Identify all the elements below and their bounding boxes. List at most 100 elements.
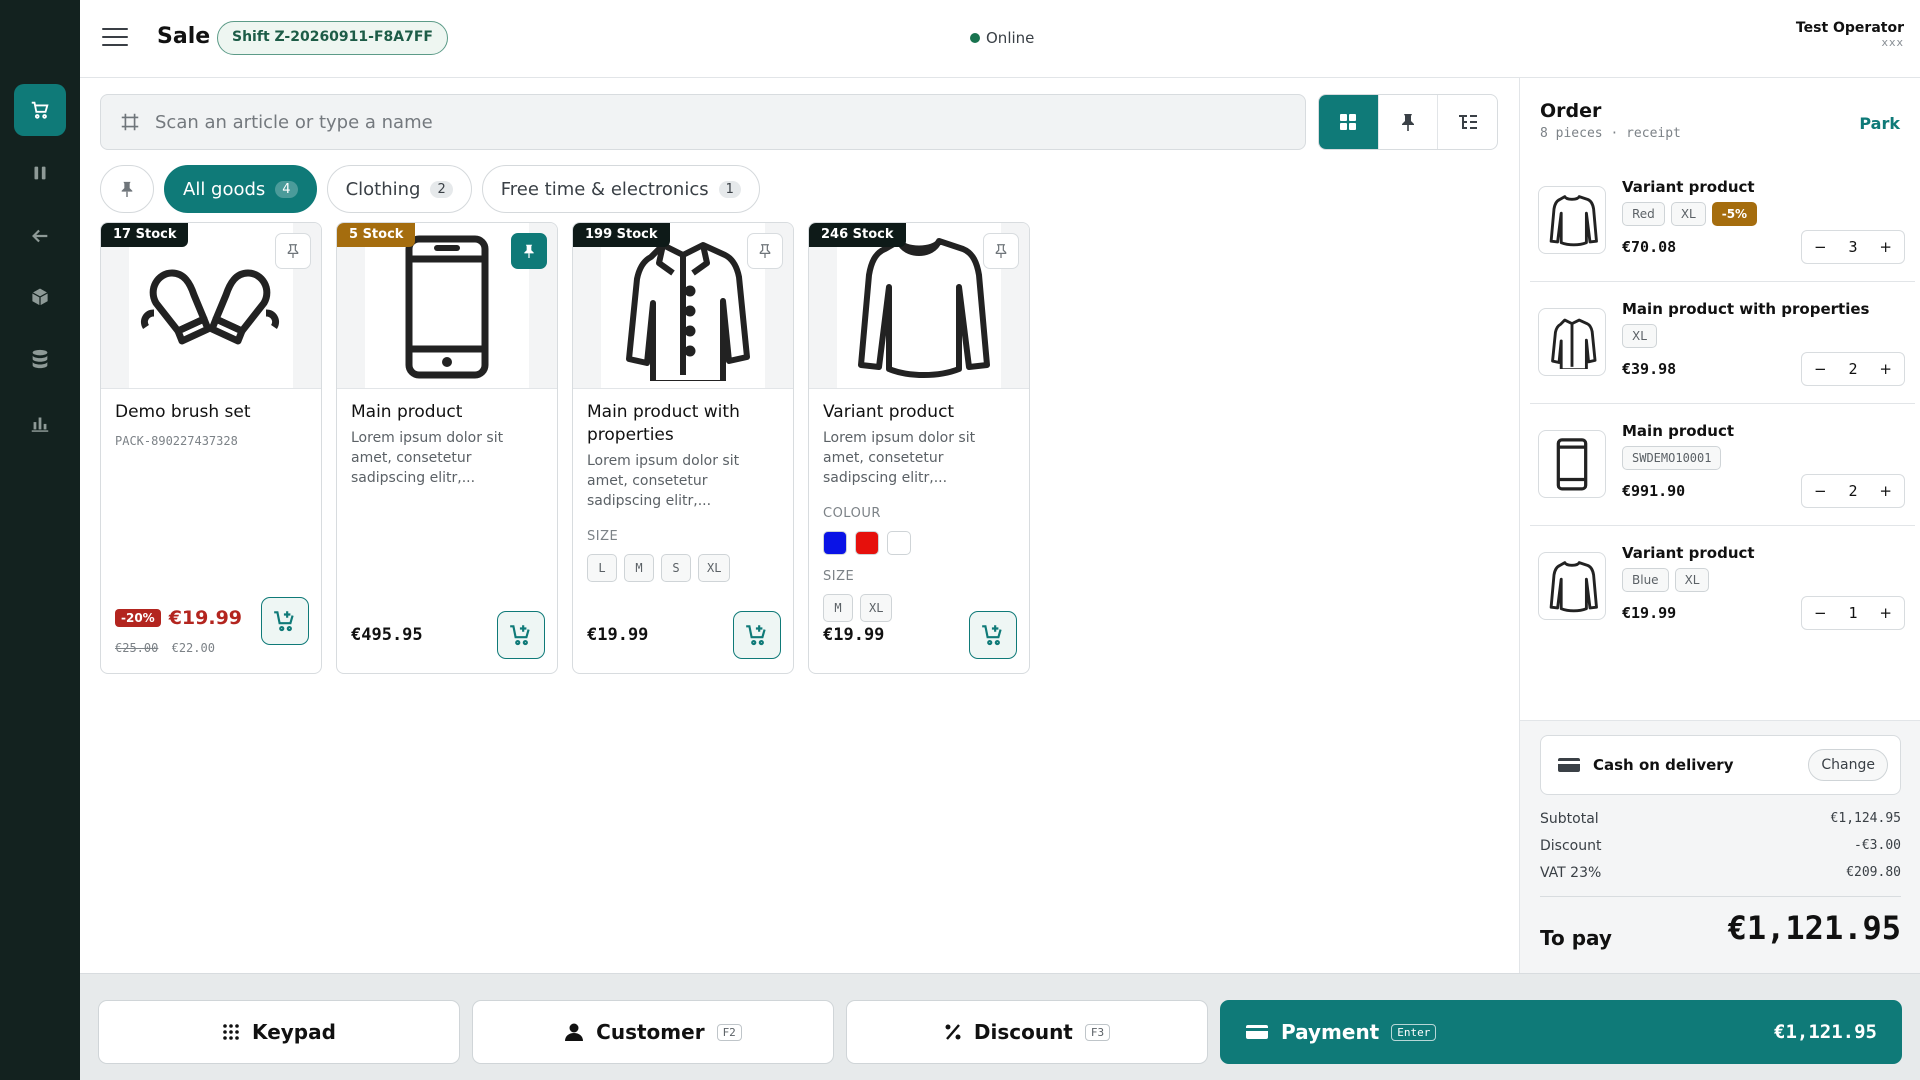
product-name: Variant product (823, 402, 955, 422)
payment-amount: €1,121.95 (1774, 1021, 1877, 1043)
to-pay-value: €1,121.95 (1727, 909, 1901, 947)
product-card[interactable]: 199 Stock Main product with properties L… (572, 222, 794, 674)
decrement-button[interactable]: − (1814, 360, 1827, 378)
sidebar-item-database[interactable] (14, 333, 66, 385)
search-placeholder: Scan an article or type a name (155, 111, 433, 133)
colour-swatch-white[interactable] (887, 531, 911, 555)
shift-badge[interactable]: Shift Z-20260911-F8A7FF (217, 21, 448, 55)
product-price: €495.95 (351, 625, 423, 645)
category-pinned[interactable] (100, 165, 154, 213)
subtotal-row: Subtotal €1,124.95 (1540, 811, 1901, 827)
sidebar (0, 0, 80, 1080)
pin-button[interactable] (747, 233, 783, 269)
grid-view-button[interactable] (1319, 95, 1379, 149)
size-option[interactable]: L (587, 554, 617, 582)
shortcut-hint: F3 (1084, 1023, 1111, 1041)
decrement-button[interactable]: − (1814, 482, 1827, 500)
customer-button[interactable]: Customer F2 (472, 1000, 834, 1064)
pin-button[interactable] (275, 233, 311, 269)
size-label: SIZE (587, 529, 619, 544)
colour-swatch-red[interactable] (855, 531, 879, 555)
add-to-cart-button[interactable] (497, 611, 545, 659)
order-item-price: €70.08 (1622, 238, 1677, 256)
pinned-view-button[interactable] (1379, 95, 1439, 149)
decrement-button[interactable]: − (1814, 604, 1827, 622)
operator-subtitle: xxx (1881, 36, 1904, 49)
size-option[interactable]: M (624, 554, 654, 582)
change-payment-button[interactable]: Change (1808, 749, 1888, 781)
category-count: 4 (275, 180, 298, 198)
operator-info[interactable]: Test Operator xxx (1796, 20, 1904, 49)
size-option[interactable]: XL (860, 594, 893, 622)
pause-icon (34, 166, 46, 180)
product-sku: PACK-890227437328 (115, 434, 238, 448)
user-icon (565, 1023, 584, 1041)
vat-label: VAT 23% (1540, 865, 1602, 881)
category-all-goods[interactable]: All goods 4 (164, 165, 317, 213)
size-option[interactable]: XL (698, 554, 731, 582)
order-item[interactable]: Main product SWDEMO10001 €991.90 − 2 + (1520, 404, 1920, 526)
sidebar-item-reports[interactable] (14, 397, 66, 449)
vat-row: VAT 23% €209.80 (1540, 865, 1901, 881)
order-item-name: Variant product (1622, 544, 1755, 562)
increment-button[interactable]: + (1879, 238, 1892, 256)
discount-tag: -5% (1711, 202, 1758, 226)
sku-tag: SWDEMO10001 (1622, 446, 1722, 470)
increment-button[interactable]: + (1879, 360, 1892, 378)
product-card[interactable]: 5 Stock Main product Lorem ipsum dolor s… (336, 222, 558, 674)
decrement-button[interactable]: − (1814, 238, 1827, 256)
jacket-icon (626, 241, 750, 381)
order-item[interactable]: Variant product Red XL -5% €70.08 − 3 + (1520, 160, 1920, 282)
keypad-button[interactable]: Keypad (98, 1000, 460, 1064)
product-price: €19.99 (587, 625, 649, 645)
increment-button[interactable]: + (1879, 482, 1892, 500)
menu-icon[interactable] (102, 28, 128, 48)
sweater-icon (1549, 561, 1598, 613)
keypad-label: Keypad (252, 1020, 336, 1044)
variant-tag: Red (1622, 202, 1665, 226)
product-card[interactable]: 17 Stock Demo brush set PACK-89022743732… (100, 222, 322, 674)
colour-swatch-blue[interactable] (823, 531, 847, 555)
quantity-stepper: − 1 + (1801, 596, 1905, 630)
action-bar: Keypad Customer F2 Discount F3 Payment E… (80, 973, 1920, 1080)
sidebar-item-sale[interactable] (14, 84, 66, 136)
mittens-icon (140, 269, 280, 344)
order-item[interactable]: Main product with properties XL €39.98 −… (1520, 282, 1920, 404)
shortcut-hint: Enter (1391, 1023, 1437, 1041)
add-to-cart-button[interactable] (969, 611, 1017, 659)
payment-button[interactable]: Payment Enter €1,121.95 (1220, 1000, 1902, 1064)
pin-button[interactable] (511, 233, 547, 269)
order-subtitle: 8 pieces · receipt (1540, 126, 1681, 141)
tree-view-button[interactable] (1438, 95, 1497, 149)
payment-method[interactable]: Cash on delivery Change (1540, 735, 1901, 795)
grid-icon (1340, 114, 1357, 130)
discount-badge: -20% (115, 609, 161, 627)
sidebar-item-parked[interactable] (14, 147, 66, 199)
product-card[interactable]: 246 Stock Variant product Lorem ipsum do… (808, 222, 1030, 674)
order-item-name: Main product with properties (1622, 300, 1870, 318)
discount-label: Discount (1540, 838, 1602, 854)
cart-plus-icon (510, 625, 530, 646)
pin-icon (995, 244, 1007, 258)
increment-button[interactable]: + (1879, 604, 1892, 622)
add-to-cart-button[interactable] (261, 597, 309, 645)
cart-icon (31, 101, 49, 119)
connection-status-label: Online (986, 29, 1035, 47)
discount-button[interactable]: Discount F3 (846, 1000, 1208, 1064)
category-free-time-electronics[interactable]: Free time & electronics 1 (481, 165, 760, 213)
size-option[interactable]: M (823, 594, 853, 622)
order-item-name: Variant product (1622, 178, 1755, 196)
quantity-value: 2 (1848, 360, 1858, 378)
order-item-thumbnail (1538, 186, 1606, 254)
pin-button[interactable] (983, 233, 1019, 269)
sidebar-item-products[interactable] (14, 271, 66, 323)
size-option[interactable]: S (661, 554, 691, 582)
park-button[interactable]: Park (1859, 114, 1900, 133)
search-input[interactable]: Scan an article or type a name (100, 94, 1306, 150)
order-item[interactable]: Variant product Blue XL €19.99 − 1 + (1520, 526, 1920, 648)
pin-icon (1402, 114, 1414, 131)
category-clothing[interactable]: Clothing 2 (326, 165, 472, 213)
jacket-icon (1551, 318, 1597, 369)
add-to-cart-button[interactable] (733, 611, 781, 659)
sidebar-item-returns[interactable] (14, 210, 66, 262)
